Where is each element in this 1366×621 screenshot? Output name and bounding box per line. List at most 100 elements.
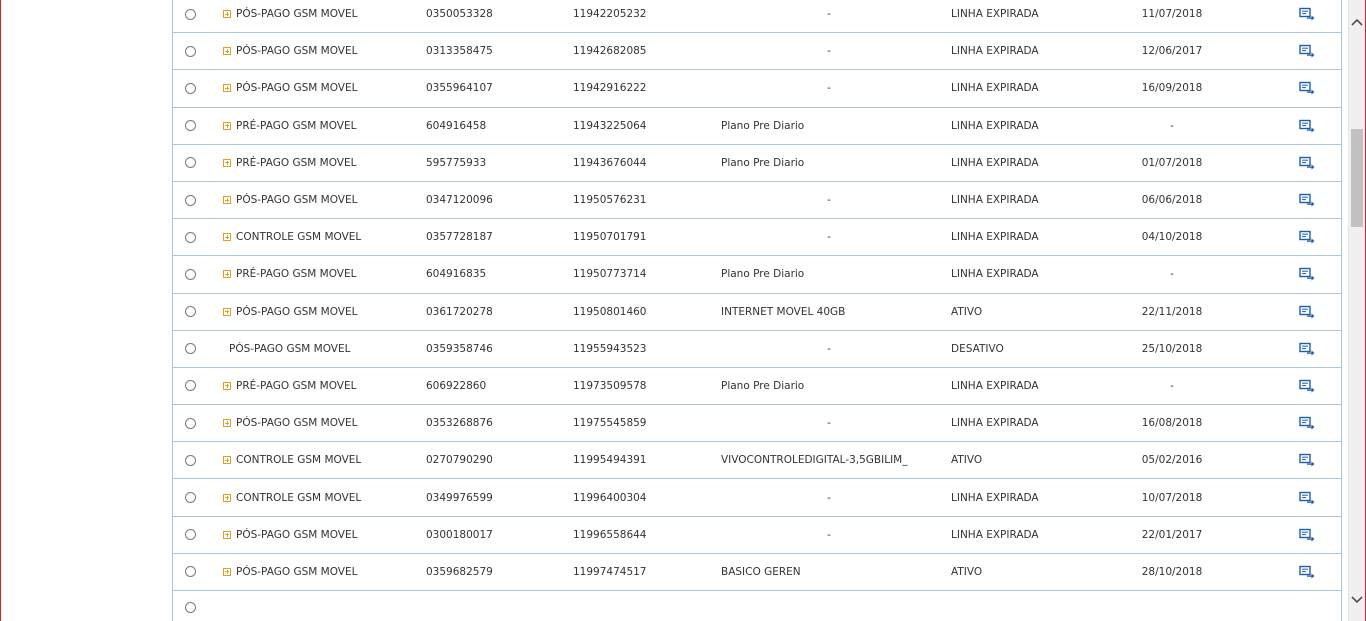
account-number: 0349976599 [426,491,493,504]
row-radio[interactable] [185,492,196,504]
plus-square-icon[interactable] [223,493,231,502]
line-number: 11950773714 [573,268,647,281]
line-type-cell: CONTROLE GSM MOVEL [223,479,361,515]
table-body: PÓS-PAGO GSM MOVEL 0350053328 11942205232 -… [173,0,1341,621]
edit-action-button[interactable] [1299,294,1315,330]
edit-action-button[interactable] [1299,0,1315,32]
plus-square-icon[interactable] [223,270,231,279]
account-number: 0355964107 [426,82,493,95]
plus-square-icon[interactable] [223,84,231,93]
table-row: PÓS-PAGO GSM MOVEL 0347120096 11950576231 -… [173,182,1341,220]
line-number: 11975545859 [573,417,647,430]
row-radio[interactable] [185,120,196,132]
account-number: 0357728187 [426,231,493,244]
row-select-cell [185,368,196,404]
table-row: PÓS-PAGO GSM MOVEL 0359682579 11997474517 B… [173,554,1341,591]
line-type: PÓS-PAGO GSM MOVEL [236,45,358,58]
line-type-cell: PÓS-PAGO GSM MOVEL [223,0,357,32]
row-radio[interactable] [185,343,196,355]
line-number: 11996400304 [573,491,647,504]
plus-square-icon[interactable] [223,158,231,167]
plan-name: INTERNET MOVEL 40GB [721,305,846,318]
edit-action-button[interactable] [1299,554,1315,590]
edit-action-button[interactable] [1299,108,1315,144]
edit-action-button[interactable] [1299,442,1315,478]
edit-action-button[interactable] [1299,219,1315,255]
status-date: 05/02/2016 [1141,454,1203,467]
edit-forward-icon [1299,454,1315,467]
table-row: PÓS-PAGO GSM MOVEL 0355964107 11942916222 -… [173,70,1341,108]
plus-square-icon[interactable] [223,47,231,56]
row-radio[interactable] [185,380,196,392]
row-select-cell [185,517,196,553]
line-type: PÓS-PAGO GSM MOVEL [236,528,358,541]
plus-square-icon[interactable] [223,530,231,539]
row-radio[interactable] [185,82,196,94]
row-radio[interactable] [185,157,196,169]
scroll-down-button[interactable] [1349,592,1365,608]
edit-action-button[interactable] [1299,145,1315,181]
account-number: 0313358475 [426,45,493,58]
line-status: LINHA EXPIRADA [951,268,1039,281]
edit-action-button[interactable] [1299,256,1315,292]
edit-action-button[interactable] [1299,33,1315,69]
scroll-up-button[interactable] [1349,14,1365,30]
plus-square-icon[interactable] [223,419,231,428]
status-date: 12/06/2017 [1141,45,1203,58]
line-status: LINHA EXPIRADA [951,45,1039,58]
row-radio[interactable] [185,454,196,466]
plus-square-icon[interactable] [223,307,231,316]
edit-action-button[interactable] [1299,368,1315,404]
plus-square-icon[interactable] [223,121,231,130]
row-radio[interactable] [185,45,196,57]
row-select-cell [185,256,196,292]
status-date: 11/07/2018 [1141,8,1203,21]
edit-action-button[interactable] [1299,479,1315,515]
lines-table: PÓS-PAGO GSM MOVEL 0350053328 11942205232 -… [172,0,1342,621]
line-status: LINHA EXPIRADA [951,491,1039,504]
edit-forward-icon [1299,379,1315,393]
row-radio[interactable] [185,529,196,541]
plus-square-icon[interactable] [223,10,231,19]
edit-action-button[interactable] [1299,405,1315,441]
line-number: 11942916222 [573,82,647,95]
row-radio[interactable] [185,602,196,613]
plus-square-icon[interactable] [223,567,231,576]
edit-forward-icon [1299,7,1315,21]
row-radio[interactable] [185,268,196,280]
edit-action-button[interactable] [1299,331,1315,367]
line-number: 11973509578 [573,379,647,392]
plus-square-icon[interactable] [223,456,231,465]
plan-name: VIVOCONTROLEDIGITAL-3,5GBILIM_ [721,454,908,467]
line-status: LINHA EXPIRADA [951,417,1039,430]
plan-name: - [827,491,831,504]
edit-forward-icon [1299,193,1315,207]
row-radio[interactable] [185,306,196,318]
plan-name: Plano Pre Diario [721,119,805,132]
scrollbar-thumb[interactable] [1351,129,1363,227]
row-radio[interactable] [185,417,196,429]
edit-forward-icon [1299,119,1315,133]
line-type-cell: PÓS-PAGO GSM MOVEL [223,554,357,590]
edit-action-button[interactable] [1299,70,1315,106]
edit-forward-icon [1299,342,1315,356]
account-number: 0350053328 [426,8,493,21]
line-type-cell: PÓS-PAGO GSM MOVEL [223,33,357,69]
line-type-cell: PÓS-PAGO GSM MOVEL [223,294,357,330]
edit-action-button[interactable] [1299,182,1315,218]
row-radio[interactable] [185,194,196,206]
table-row: CONTROLE GSM MOVEL 0270790290 11995494391 V… [173,442,1341,480]
row-radio[interactable] [185,8,196,20]
line-number: 11943676044 [573,156,647,169]
vertical-scrollbar[interactable] [1348,0,1365,621]
line-number: 11995494391 [573,454,647,467]
status-date: - [1170,119,1174,132]
plus-square-icon[interactable] [223,233,231,242]
table-row: PÓS-PAGO GSM MOVEL 0350053328 11942205232 -… [173,0,1341,34]
plus-square-icon[interactable] [223,196,231,205]
edit-action-button[interactable] [1299,517,1315,553]
edit-forward-icon [1299,416,1315,430]
row-radio[interactable] [185,231,196,243]
plus-square-icon[interactable] [223,381,231,390]
row-radio[interactable] [185,566,196,578]
